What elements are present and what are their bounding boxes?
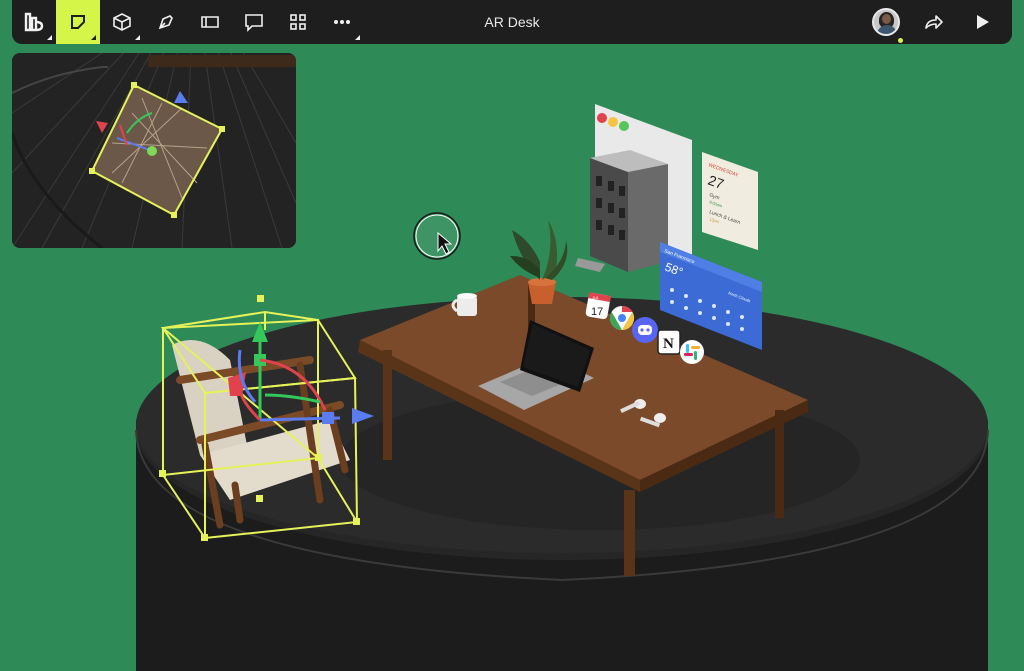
pen-tool-button[interactable] xyxy=(144,0,188,44)
select-tool-dropdown-indicator xyxy=(91,35,96,40)
3d-object-dropdown-indicator xyxy=(135,35,140,40)
3d-object-tool-icon xyxy=(113,13,131,31)
pen-tool-icon xyxy=(158,15,173,30)
play-button[interactable] xyxy=(960,0,1004,44)
more-options-button[interactable] xyxy=(320,0,364,44)
slack-icon[interactable] xyxy=(680,340,704,364)
cursor-highlight xyxy=(413,212,461,260)
comment-tool-button[interactable] xyxy=(232,0,276,44)
presence-dot xyxy=(898,38,903,43)
top-toolbar: AR Desk xyxy=(12,0,1012,44)
calendar-app-month: JUL xyxy=(592,295,600,300)
logo-menu-button[interactable] xyxy=(12,0,56,44)
more-options-dropdown-indicator xyxy=(355,35,360,40)
toolbar-right xyxy=(864,0,1004,44)
play-icon xyxy=(977,15,989,29)
3d-object-tool-button[interactable] xyxy=(100,0,144,44)
frame-tool-button[interactable] xyxy=(188,0,232,44)
avatar xyxy=(872,8,900,36)
notion-icon[interactable]: N xyxy=(657,329,681,355)
frame-tool-icon xyxy=(201,16,219,28)
components-grid-icon xyxy=(290,14,306,30)
top-view-minimap[interactable] xyxy=(12,53,296,248)
browser-panel[interactable] xyxy=(575,104,692,272)
calendar-app-icon[interactable]: JUL 17 xyxy=(585,292,611,320)
calendar-widget[interactable]: WEDNESDAY 27 Gym 9:00am Lunch & Learn 12… xyxy=(702,152,758,250)
share-icon xyxy=(925,15,943,29)
components-button[interactable] xyxy=(276,0,320,44)
calendar-app-date: 17 xyxy=(591,306,603,318)
discord-icon[interactable] xyxy=(632,317,658,343)
select-tool-button[interactable] xyxy=(56,0,100,44)
building-model[interactable] xyxy=(575,150,668,272)
logo-menu-dropdown-indicator xyxy=(47,35,52,40)
more-options-icon xyxy=(334,20,350,24)
select-tool-icon xyxy=(71,15,85,29)
comment-tool-icon xyxy=(245,14,263,32)
logo-menu-icon xyxy=(24,12,44,32)
svg-text:N: N xyxy=(663,336,674,352)
share-button[interactable] xyxy=(912,0,956,44)
chrome-icon[interactable] xyxy=(609,306,635,330)
